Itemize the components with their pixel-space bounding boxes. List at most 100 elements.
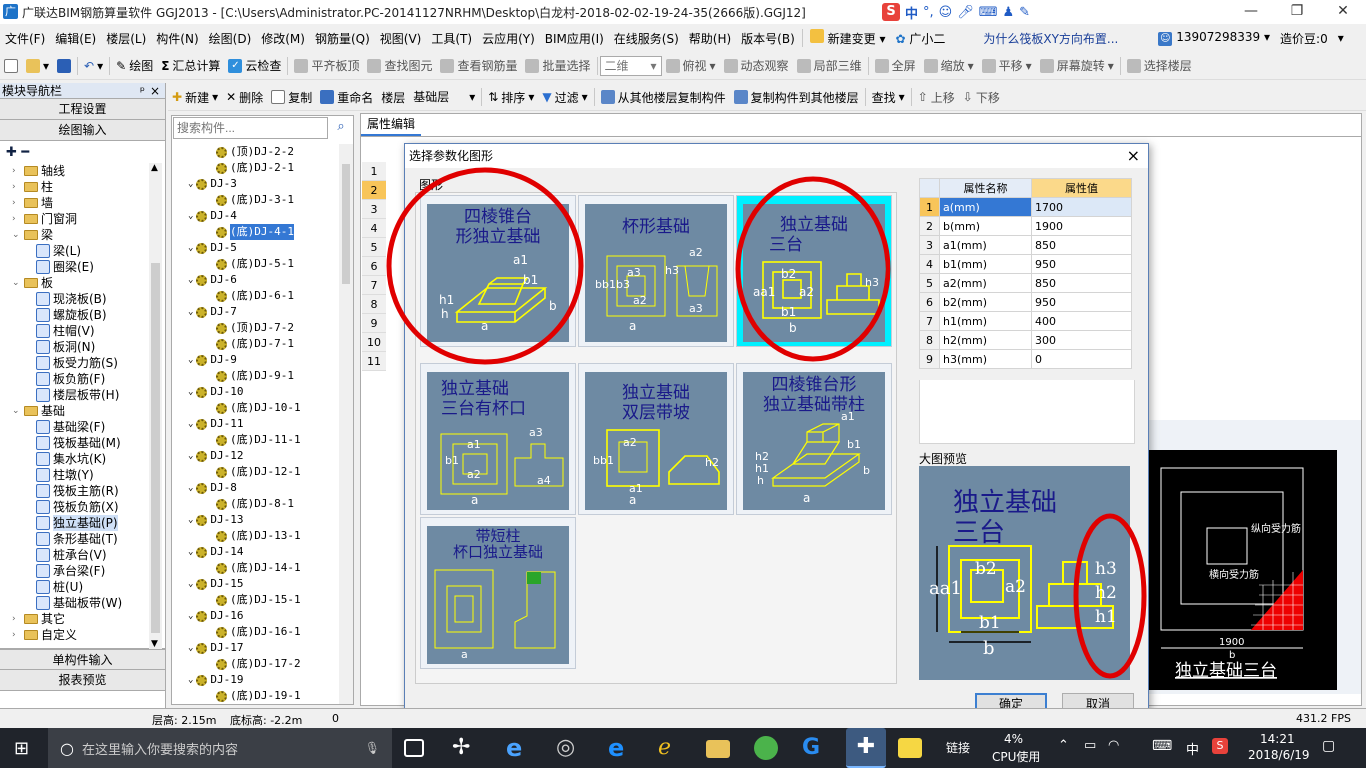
nav-tree-item[interactable]: › 墙 — [12, 195, 53, 211]
scroll-up-icon[interactable]: ▲ — [151, 163, 158, 173]
nav-tree-item[interactable]: 桩(U) — [36, 579, 83, 595]
menu-edit[interactable]: 编辑(E) — [50, 30, 101, 47]
view-mode-select[interactable]: 二维 ▾ — [599, 55, 662, 76]
pan-button[interactable]: 平移 ▾ — [978, 57, 1036, 74]
component-item[interactable]: (底)DJ-2-1 — [216, 160, 294, 176]
nav-tree-item[interactable]: 板受力筋(S) — [36, 355, 118, 371]
scroll-down-icon[interactable]: ▼ — [151, 639, 158, 649]
component-group[interactable]: ⌄ DJ-5 — [188, 240, 237, 256]
restore-button[interactable]: ❐ — [1274, 0, 1320, 24]
nav-tree-item[interactable]: › 门窗洞 — [12, 211, 77, 227]
component-item[interactable]: (底)DJ-17-2 — [216, 656, 301, 672]
component-group[interactable]: ⌄ DJ-13 — [188, 512, 244, 528]
chevron-down-icon[interactable]: ⌄ — [188, 352, 193, 368]
new-file-button[interactable] — [0, 58, 22, 73]
nav-tree-item[interactable]: › 轴线 — [12, 163, 65, 179]
component-item[interactable]: (底)DJ-5-1 — [216, 256, 294, 272]
new-component-button[interactable]: ✚ 新建 ▾ — [168, 89, 222, 106]
component-group[interactable]: ⌄ DJ-4 — [188, 208, 237, 224]
component-group[interactable]: ⌄ DJ-9 — [188, 352, 237, 368]
component-item[interactable]: (底)DJ-11-1 — [216, 432, 301, 448]
property-edit-tab[interactable]: 属性编辑 — [361, 114, 421, 136]
menu-component[interactable]: 构件(N) — [151, 30, 203, 47]
component-item[interactable]: (底)DJ-12-1 — [216, 464, 301, 480]
component-item[interactable]: (顶)DJ-2-2 — [216, 144, 294, 160]
account-menu[interactable]: ☺ 13907298339 ▾ — [1153, 30, 1275, 46]
menu-modify[interactable]: 修改(M) — [256, 30, 310, 47]
component-item[interactable]: (底)DJ-19-1 — [216, 688, 301, 704]
parameter-value[interactable]: 1900 — [1031, 216, 1132, 236]
filter-button[interactable]: ▼ 过滤 ▾ — [538, 89, 591, 106]
top-view-button[interactable]: 俯视 ▾ — [662, 57, 720, 74]
chevron-down-icon[interactable]: ⌄ — [12, 275, 21, 291]
parameter-value[interactable]: 0 — [1031, 349, 1132, 369]
component-group[interactable]: ⌄ DJ-3 — [188, 176, 237, 192]
chevron-down-icon[interactable]: ⌄ — [188, 480, 193, 496]
keyboard-tray-icon[interactable]: ⌨ — [1152, 738, 1172, 754]
select-floor-button[interactable]: 选择楼层 — [1123, 57, 1196, 74]
parameter-row[interactable]: 8 h2(mm) 300 — [919, 330, 1132, 350]
beans-label[interactable]: 造价豆:0 — [1275, 30, 1333, 47]
shape-card-pyramid-column[interactable]: 四棱锥台形 独立基础带柱 h2 h1 ha a1 b1 b — [736, 363, 892, 515]
minimize-button[interactable]: — — [1228, 0, 1274, 24]
parameter-row[interactable]: 9 h3(mm) 0 — [919, 349, 1132, 369]
chevron-down-icon[interactable]: ⌄ — [188, 272, 193, 288]
notification-icon[interactable]: ▢ — [1322, 738, 1335, 754]
component-item[interactable]: (顶)DJ-7-2 — [216, 320, 294, 336]
component-item[interactable]: (底)DJ-15-1 — [216, 592, 301, 608]
nav-tree-item[interactable]: 筏板负筋(X) — [36, 499, 119, 515]
nav-tree-item[interactable]: 梁(L) — [36, 243, 81, 259]
find-element-button[interactable]: 查找图元 — [363, 57, 436, 74]
parameter-row[interactable]: 6 b2(mm) 950 — [919, 292, 1132, 312]
chevron-right-icon[interactable]: › — [12, 611, 21, 627]
ggj-app-icon[interactable]: ✚ — [846, 728, 886, 768]
nav-tree-item[interactable]: 现浇板(B) — [36, 291, 107, 307]
parameter-row[interactable]: 2 b(mm) 1900 — [919, 216, 1132, 236]
chevron-down-icon[interactable]: ⌄ — [188, 544, 193, 560]
chevron-down-icon[interactable]: ⌄ — [188, 208, 193, 224]
screen-rotate-button[interactable]: 屏幕旋转 ▾ — [1036, 57, 1118, 74]
menu-tools[interactable]: 工具(T) — [426, 30, 477, 47]
component-item[interactable]: (底)DJ-7-1 — [216, 336, 294, 352]
chevron-right-icon[interactable]: › — [12, 179, 21, 195]
component-scroll-thumb[interactable] — [342, 164, 350, 284]
pin-icon[interactable]: ᵖ — [140, 83, 145, 99]
chevron-down-icon[interactable]: ⌄ — [188, 240, 193, 256]
glodon-app-icon[interactable]: G — [802, 736, 826, 760]
chevron-down-icon[interactable]: ⌄ — [188, 512, 193, 528]
nav-tree-item[interactable]: 条形基础(T) — [36, 531, 118, 547]
green-app-icon[interactable] — [754, 736, 778, 760]
parameter-value[interactable]: 400 — [1031, 311, 1132, 331]
windows-start-icon[interactable]: ⊞ — [14, 738, 29, 759]
project-settings-button[interactable]: 工程设置 — [0, 99, 165, 120]
shape-card-cup[interactable]: 杯形基础 a3 bb1b3 a2 a a2 h3 a3 — [578, 195, 734, 347]
row-number[interactable]: 2 — [362, 181, 386, 200]
open-button[interactable]: ▾ — [22, 58, 53, 73]
parameter-row[interactable]: 5 a2(mm) 850 — [919, 273, 1132, 293]
view-rebar-button[interactable]: 查看钢筋量 — [436, 57, 521, 74]
parameter-value[interactable]: 850 — [1031, 273, 1132, 293]
row-number[interactable]: 7 — [362, 276, 386, 295]
chevron-right-icon[interactable]: › — [12, 211, 21, 227]
floor-select[interactable]: 基础层 ▾ — [409, 87, 479, 107]
nav-tree-item[interactable]: 柱墩(Y) — [36, 467, 94, 483]
nav-tree-item[interactable]: 柱帽(V) — [36, 323, 95, 339]
row-number[interactable]: 10 — [362, 333, 386, 352]
wrench-icon[interactable]: ✎ — [1019, 5, 1030, 20]
find-button[interactable]: 查找 ▾ — [868, 89, 909, 106]
component-group[interactable]: ⌄ DJ-6 — [188, 272, 237, 288]
component-item[interactable]: (底)DJ-9-1 — [216, 368, 294, 384]
menu-version[interactable]: 版本号(B) — [736, 30, 800, 47]
rename-button[interactable]: 重命名 — [316, 89, 377, 106]
chevron-down-icon[interactable]: ⌄ — [188, 576, 193, 592]
component-item[interactable]: (底)DJ-16-1 — [216, 624, 301, 640]
ie-alt-icon[interactable]: ℯ — [658, 736, 682, 760]
row-number[interactable]: 9 — [362, 314, 386, 333]
assistant-menu[interactable]: ✿ 广小二 — [890, 30, 950, 47]
nav-tree-item[interactable]: 螺旋板(B) — [36, 307, 107, 323]
component-group[interactable]: ⌄ DJ-19 — [188, 672, 244, 688]
nav-tree-item[interactable]: › 其它 — [12, 611, 65, 627]
parameter-value[interactable]: 1700 — [1031, 197, 1132, 217]
copy-to-floor-button[interactable]: 复制构件到其他楼层 — [730, 89, 863, 106]
copy-component-button[interactable]: 复制 — [267, 89, 316, 106]
